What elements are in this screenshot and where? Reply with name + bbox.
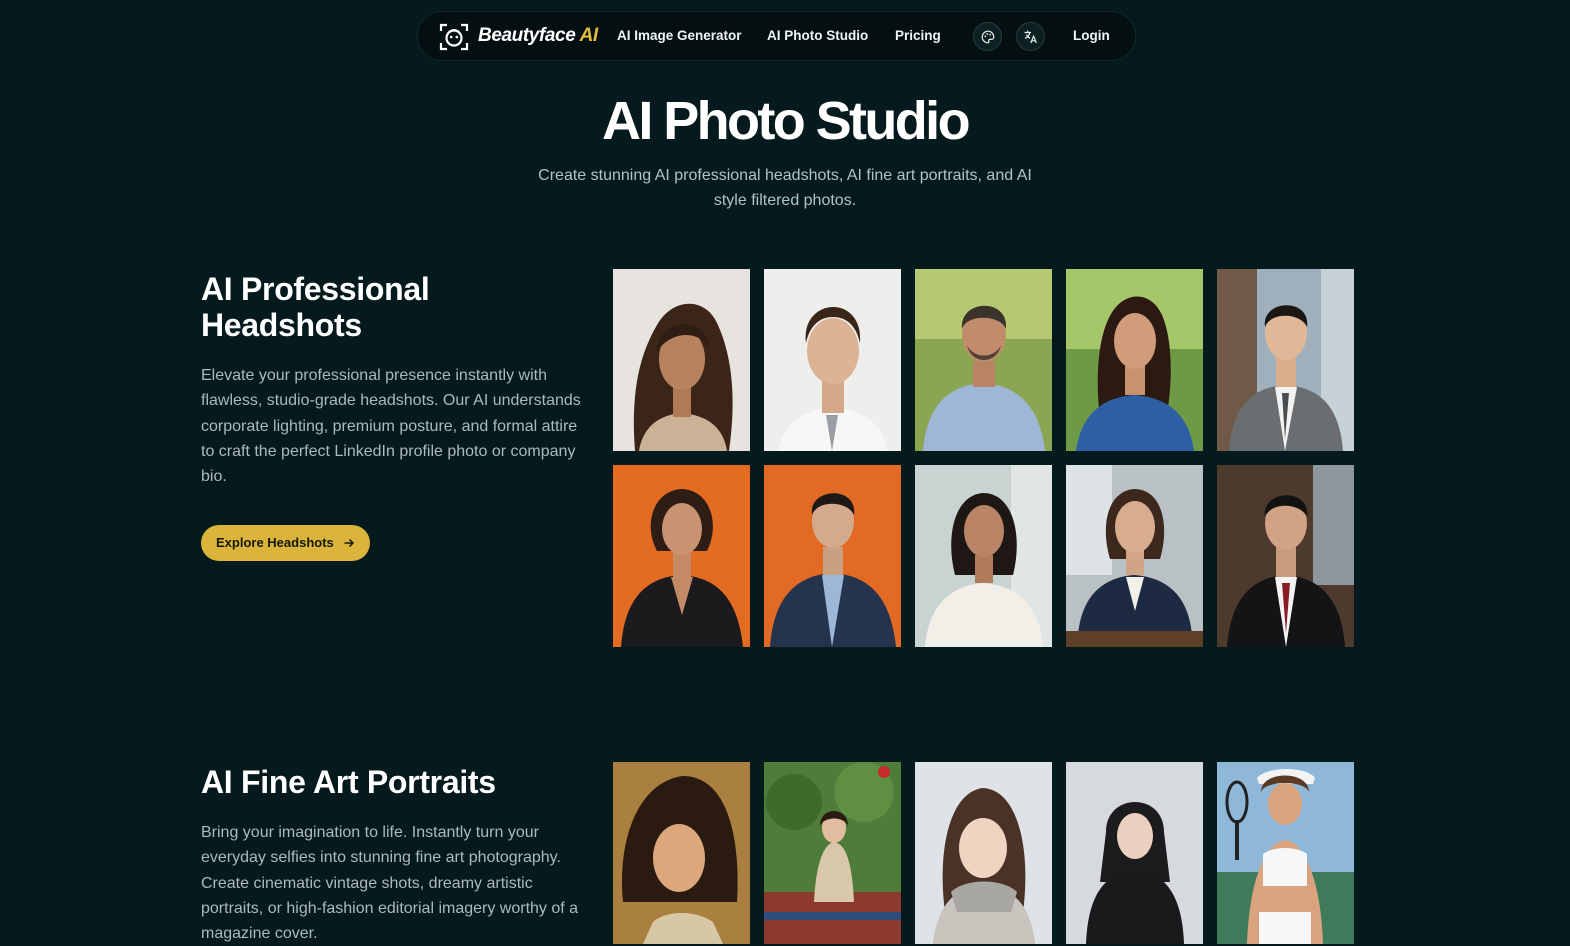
headshot-photo[interactable] (915, 465, 1052, 647)
headshot-photo[interactable] (764, 465, 901, 647)
fine-art-gallery (613, 762, 1354, 944)
headshot-photo[interactable] (1066, 465, 1203, 647)
fine-art-section-description: Bring your imagination to life. Instantl… (201, 824, 579, 943)
headshots-gallery (613, 269, 1354, 647)
page-title: AI Photo Studio (602, 91, 971, 151)
explore-headshots-label: Explore Headshots (216, 535, 334, 550)
brand-name: Beautyface (478, 25, 576, 46)
headshot-photo[interactable] (1217, 269, 1354, 451)
nav-link-pricing[interactable]: Pricing (895, 28, 941, 43)
nav-link-ai-image-generator[interactable]: AI Image Generator (617, 28, 742, 43)
theme-button[interactable] (973, 22, 1002, 51)
brand-logo[interactable]: Beautyface AI (478, 25, 598, 47)
fine-art-section-title: AI Fine Art Portraits (201, 764, 496, 800)
headshot-photo[interactable] (613, 269, 750, 451)
portrait-photo[interactable] (1066, 762, 1203, 944)
arrow-right-icon (344, 538, 355, 548)
headshots-section-title: AI Professional Headshots (201, 271, 430, 343)
portrait-photo[interactable] (915, 762, 1052, 944)
portrait-photo[interactable] (613, 762, 750, 944)
headshot-photo[interactable] (764, 269, 901, 451)
explore-headshots-button[interactable]: Explore Headshots (201, 525, 370, 561)
face-scan-logo-icon[interactable] (439, 23, 469, 51)
palette-icon (981, 30, 994, 43)
headshot-photo[interactable] (1066, 269, 1203, 451)
translate-icon (1024, 30, 1037, 44)
brand-accent: AI (579, 25, 599, 46)
headshot-photo[interactable] (1217, 465, 1354, 647)
login-button[interactable]: Login (1073, 28, 1110, 43)
headshot-photo[interactable] (915, 269, 1052, 451)
page-subtitle: Create stunning AI professional headshot… (538, 167, 1032, 209)
headshot-photo[interactable] (613, 465, 750, 647)
nav-link-ai-photo-studio[interactable]: AI Photo Studio (767, 28, 868, 43)
portrait-photo[interactable] (1217, 762, 1354, 944)
language-button[interactable] (1016, 22, 1045, 51)
headshots-section-description: Elevate your professional presence insta… (201, 367, 581, 486)
portrait-photo[interactable] (764, 762, 901, 944)
top-navbar: Beautyface AI AI Image Generator AI Phot… (417, 11, 1136, 61)
